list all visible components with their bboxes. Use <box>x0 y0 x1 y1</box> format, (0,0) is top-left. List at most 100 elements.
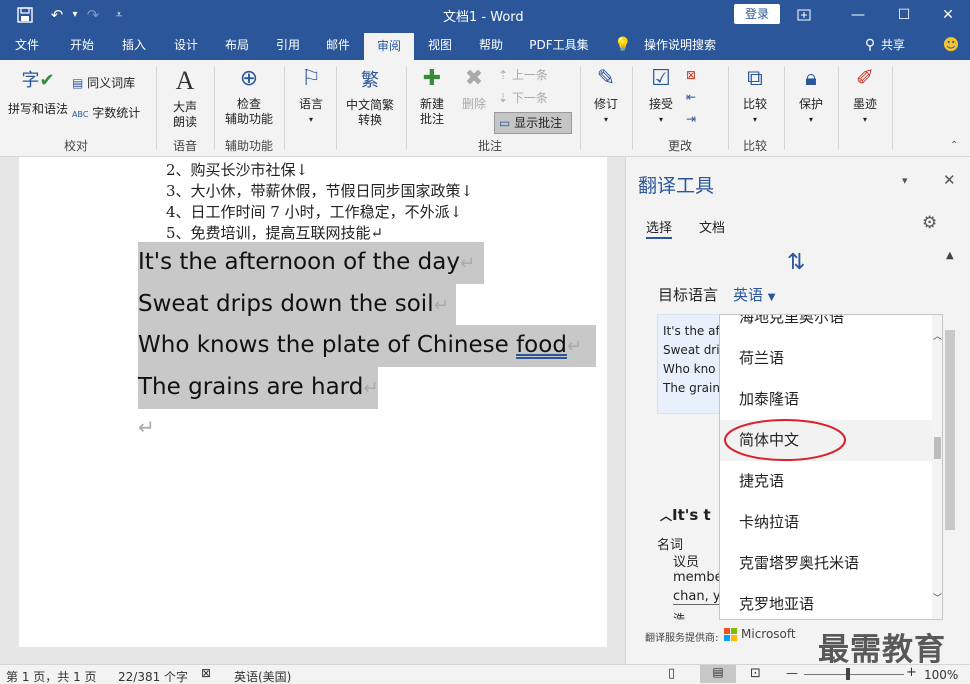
previous-icon: ⇡ <box>498 68 509 82</box>
language-option[interactable]: 克罗地亚语 <box>720 584 932 619</box>
previous-comment-button[interactable]: ⇡ 上一条 <box>498 68 558 86</box>
login-button[interactable]: 登录 <box>734 4 780 24</box>
zoom-slider[interactable] <box>804 674 904 675</box>
next-icon: ⇣ <box>498 91 509 105</box>
check-accessibility-button[interactable]: ⊕ 检查 辅助功能 <box>218 66 280 132</box>
save-icon[interactable] <box>14 4 36 26</box>
dropdown-scroll-thumb[interactable] <box>934 437 941 459</box>
swap-languages-icon[interactable]: ⇅ <box>787 250 805 275</box>
zoom-out-icon[interactable]: — <box>786 666 798 680</box>
lightbulb-icon: 💡 <box>614 37 632 53</box>
tab-layout[interactable]: 布局 <box>217 30 257 60</box>
microsoft-logo-icon <box>724 628 738 642</box>
tab-pdf-tools[interactable]: PDF工具集 <box>526 30 592 60</box>
ribbon-display-icon[interactable] <box>784 0 824 30</box>
language-button[interactable]: ⚐ 语言 ▾ <box>290 66 332 132</box>
pane-close-icon[interactable]: ✕ <box>943 171 956 189</box>
doc-line-3[interactable]: 3、大小休，带薪休假，节假日同步国家政策↓ <box>166 180 473 201</box>
language-option[interactable]: 加泰隆语 <box>720 379 932 420</box>
dropdown-scrollbar[interactable]: ︿ ﹀ <box>932 315 942 619</box>
close-window-icon[interactable]: ✕ <box>924 0 970 30</box>
selected-line-3[interactable]: Who knows the plate of Chinese food↵ <box>138 325 596 367</box>
tab-insert[interactable]: 插入 <box>114 30 154 60</box>
ink-button[interactable]: ✐ 墨迹 ▾ <box>844 66 886 132</box>
word-count-button[interactable]: ABC 字数统计 <box>72 106 152 124</box>
selected-line-4[interactable]: The grains are hard↵ <box>138 367 378 409</box>
tab-selection[interactable]: 选择 <box>646 217 673 239</box>
show-comments-button[interactable]: ▭ 显示批注 <box>494 112 572 134</box>
thesaurus-icon: ▤ <box>72 76 84 90</box>
tab-file[interactable]: 文件 <box>8 30 46 60</box>
language-option[interactable]: 捷克语 <box>720 461 932 502</box>
title-bar: ↶ ▾ ↷ ⩡ 文档1 - Word 登录 — ☐ ✕ <box>0 0 970 30</box>
thesaurus-button[interactable]: ▤ 同义词库 <box>72 76 152 94</box>
dict-word-3: chan, y <box>673 589 721 605</box>
language-option[interactable]: 卡纳拉语 <box>720 502 932 543</box>
tab-help[interactable]: 帮助 <box>471 30 511 60</box>
language-option[interactable]: 荷兰语 <box>720 338 932 379</box>
maximize-icon[interactable]: ☐ <box>880 0 928 30</box>
collapse-ribbon-icon[interactable]: ⌃ <box>950 140 958 151</box>
spelling-icon: 字✔ <box>21 70 55 91</box>
previous-change-icon[interactable]: ⇤ <box>686 90 708 108</box>
language-status[interactable]: 英语(美国) <box>234 668 291 684</box>
zoom-in-icon[interactable]: + <box>906 665 917 680</box>
selected-line-1[interactable]: It's the afternoon of the day↵ <box>138 242 484 284</box>
tab-design[interactable]: 设计 <box>166 30 206 60</box>
tab-review[interactable]: 审阅 <box>364 33 414 60</box>
language-dropdown: 海地克里奥尔语 荷兰语 加泰隆语 简体中文 捷克语 卡纳拉语 克雷塔罗奥托米语 … <box>719 314 943 620</box>
tab-mailings[interactable]: 邮件 <box>318 30 358 60</box>
track-changes-button[interactable]: ✎ 修订 ▾ <box>586 66 626 132</box>
web-layout-icon[interactable]: ⊡ <box>750 666 761 681</box>
protect-button[interactable]: 🔒︎ 保护 ▾ <box>790 66 832 132</box>
doc-line-5[interactable]: 5、免费培训，提高互联网技能↵ <box>166 222 383 243</box>
accessibility-icon: ⊕ <box>239 66 259 91</box>
customize-qat-icon[interactable]: ⩡ <box>108 4 130 26</box>
compare-button[interactable]: ⧉ 比较 ▾ <box>734 66 776 132</box>
watermark-logo: 最需教育 <box>818 632 946 668</box>
target-language-select[interactable]: 英语 ▼ <box>733 284 776 305</box>
tab-view[interactable]: 视图 <box>420 30 460 60</box>
smiley-icon[interactable]: ☻ <box>940 30 962 60</box>
tell-me-search[interactable]: 操作说明搜索 <box>640 30 720 60</box>
word-count[interactable]: 22/381 个字 <box>118 668 188 684</box>
doc-line-4[interactable]: 4、日工作时间 7 小时，工作稳定，不外派↓ <box>166 201 462 222</box>
new-comment-button[interactable]: ✚ 新建 批注 <box>410 66 454 132</box>
zoom-slider-thumb[interactable] <box>846 668 850 680</box>
proofing-status-icon[interactable]: ⊠ <box>201 666 211 680</box>
minimize-icon[interactable]: — <box>834 0 882 30</box>
tab-references[interactable]: 引用 <box>268 30 308 60</box>
zoom-level[interactable]: 100% <box>924 668 958 682</box>
accept-icon: ☑ <box>651 66 671 91</box>
read-mode-icon[interactable]: ▯ <box>668 666 675 681</box>
chinese-conversion-button[interactable]: 繁 中文简繁 转换 <box>340 66 400 132</box>
share-button[interactable]: 共享 <box>878 30 908 60</box>
word-count-icon: ABC <box>72 110 89 119</box>
tab-document[interactable]: 文档 <box>699 217 725 236</box>
accept-button[interactable]: ☑ 接受 ▾ <box>640 66 682 132</box>
reject-icon[interactable]: ⊠ <box>686 68 708 86</box>
pane-options-icon[interactable]: ▾ <box>902 174 908 187</box>
next-comment-button[interactable]: ⇣ 下一条 <box>498 91 558 109</box>
settings-gear-icon[interactable]: ⚙ <box>922 213 937 233</box>
print-layout-icon[interactable]: ▤ <box>700 665 736 683</box>
spelling-grammar-button[interactable]: 字✔ 拼写和语法 <box>6 66 70 126</box>
language-option[interactable]: 克雷塔罗奥托米语 <box>720 543 932 584</box>
language-option[interactable]: 海地克里奥尔语 <box>720 315 932 338</box>
selected-line-2[interactable]: Sweat drips down the soil↵ <box>138 284 456 326</box>
tab-home[interactable]: 开始 <box>62 30 102 60</box>
pane-scroll-thumb[interactable] <box>945 330 955 530</box>
underlined-word[interactable]: food <box>516 332 567 358</box>
dropdown-scroll-down-icon[interactable]: ﹀ <box>933 591 942 604</box>
scroll-up-icon[interactable]: ▲ <box>946 250 954 261</box>
pane-scrollbar[interactable]: ▲ <box>943 250 957 620</box>
dictionary-heading[interactable]: ︿It's t <box>660 506 711 524</box>
next-change-icon[interactable]: ⇥ <box>686 112 708 130</box>
page-count[interactable]: 第 1 页，共 1 页 <box>6 668 97 684</box>
track-changes-icon: ✎ <box>596 66 616 91</box>
dropdown-scroll-up-icon[interactable]: ︿ <box>933 329 942 342</box>
doc-line-2[interactable]: 2、购买长沙市社保↓ <box>166 159 308 180</box>
redo-icon[interactable]: ↷ <box>82 4 104 26</box>
delete-comment-button[interactable]: ✖ 删除 <box>454 66 494 126</box>
read-aloud-button[interactable]: A 大声 朗读 <box>162 66 208 132</box>
